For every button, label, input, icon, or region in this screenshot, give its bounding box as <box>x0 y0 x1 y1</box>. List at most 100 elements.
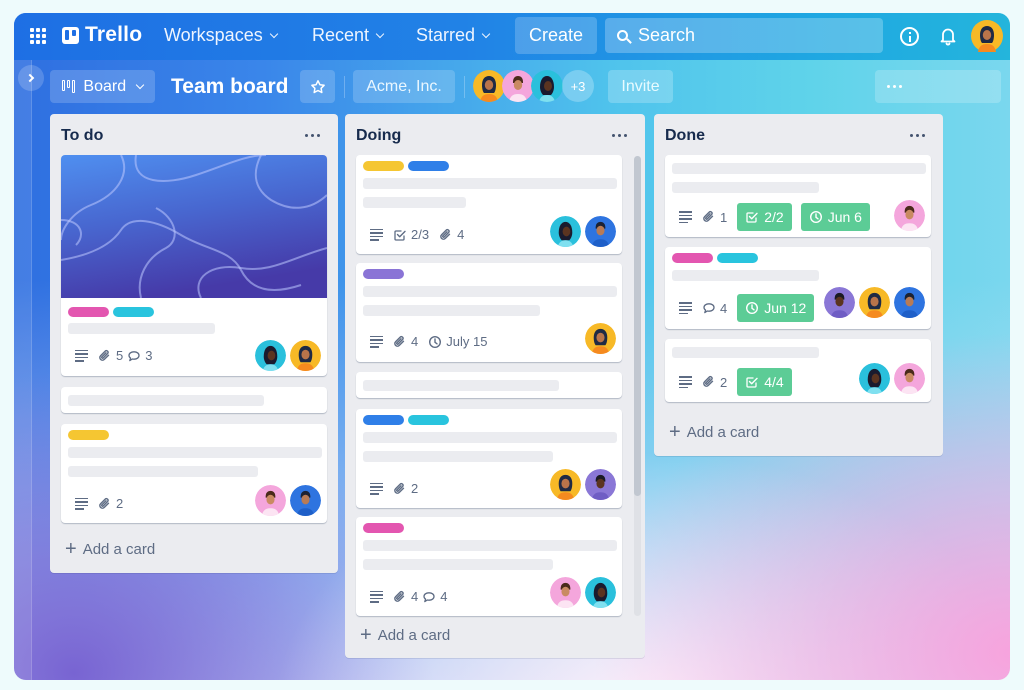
account-avatar[interactable] <box>971 20 1003 52</box>
starred-menu[interactable]: Starred <box>416 25 491 46</box>
add-card-button[interactable]: + Add a card <box>65 539 155 559</box>
member-avatar[interactable] <box>550 216 581 247</box>
more-icon <box>305 134 320 137</box>
card-badges: 4 July 15 <box>370 334 487 349</box>
list-title[interactable]: Done <box>665 127 705 145</box>
create-button[interactable]: Create <box>515 17 597 54</box>
label-pink <box>363 523 404 533</box>
checklist-count: 4/4 <box>764 374 784 390</box>
chevron-right-icon <box>25 73 34 83</box>
member-avatar[interactable] <box>502 70 534 102</box>
card[interactable]: 4 Jun 12 <box>665 247 931 329</box>
workspaces-menu[interactable]: Workspaces <box>164 25 278 46</box>
add-card-button[interactable]: + Add a card <box>360 625 450 645</box>
member-avatar[interactable] <box>585 469 616 500</box>
comments-badge: 4 <box>702 301 727 316</box>
member-avatar[interactable] <box>531 70 563 102</box>
attachments-count: 4 <box>457 227 465 242</box>
list-menu-button[interactable] <box>305 134 320 137</box>
view-switcher-button[interactable]: Board <box>50 70 155 103</box>
card[interactable]: 2 <box>356 409 622 508</box>
workspace-button[interactable]: Acme, Inc. <box>353 70 455 103</box>
scrollbar-thumb[interactable] <box>634 156 641 496</box>
card-title-placeholder <box>363 559 553 570</box>
chevron-down-icon <box>481 29 491 38</box>
member-avatar[interactable] <box>550 577 581 608</box>
member-avatar[interactable] <box>255 485 286 516</box>
star-board-button[interactable] <box>300 70 335 103</box>
card-cover-image <box>61 155 327 298</box>
card[interactable]: 4 July 15 <box>356 263 622 362</box>
description-icon <box>370 228 383 241</box>
card-badges: 2 4/4 <box>679 368 792 396</box>
card[interactable]: 4 4 <box>356 517 622 616</box>
list-menu-button[interactable] <box>910 134 925 137</box>
comments-badge: 3 <box>127 348 152 363</box>
member-avatar[interactable] <box>585 216 616 247</box>
label-cyan <box>408 415 449 425</box>
card[interactable]: 1 2/2 Jun 6 <box>665 155 931 237</box>
card-title-placeholder <box>363 178 617 189</box>
invite-button[interactable]: Invite <box>608 70 673 103</box>
checklist-count: 2/2 <box>764 209 784 225</box>
due-date: Jun 12 <box>764 300 807 316</box>
collapsed-sidebar <box>14 60 32 680</box>
card[interactable] <box>61 387 327 413</box>
member-avatar[interactable] <box>290 340 321 371</box>
member-avatar[interactable] <box>550 469 581 500</box>
attachments-badge: 4 <box>393 334 418 349</box>
member-avatar[interactable] <box>894 287 925 318</box>
comments-count: 4 <box>440 589 448 604</box>
add-card-label: Add a card <box>686 423 760 441</box>
card[interactable]: 5 3 <box>61 155 327 376</box>
member-avatar[interactable] <box>585 577 616 608</box>
card-title-placeholder <box>363 286 617 297</box>
label-blue <box>363 415 404 425</box>
board-title[interactable]: Team board <box>171 75 288 99</box>
member-avatar[interactable] <box>255 340 286 371</box>
add-card-button[interactable]: + Add a card <box>669 422 759 442</box>
attachment-icon <box>98 349 112 363</box>
search-icon <box>617 30 628 41</box>
attachment-icon <box>393 482 407 496</box>
list-menu-button[interactable] <box>612 134 627 137</box>
trello-logo[interactable]: Trello <box>62 23 142 47</box>
member-avatar[interactable] <box>859 287 890 318</box>
list-title[interactable]: Doing <box>356 127 401 145</box>
member-avatar[interactable] <box>894 200 925 231</box>
card-members <box>255 340 321 371</box>
card-title-placeholder <box>68 323 215 334</box>
app-switcher-icon[interactable] <box>30 28 46 44</box>
member-avatar[interactable] <box>585 323 616 354</box>
chevron-down-icon <box>269 29 278 38</box>
checklist-icon <box>745 210 759 224</box>
due-date: Jun 6 <box>827 209 862 225</box>
member-avatar[interactable] <box>473 70 505 102</box>
board-menu-button[interactable] <box>875 70 1001 103</box>
expand-sidebar-button[interactable] <box>18 65 44 91</box>
due-date: July 15 <box>446 334 488 349</box>
info-icon[interactable] <box>900 27 919 46</box>
attachment-icon <box>702 375 716 389</box>
member-avatar[interactable] <box>824 287 855 318</box>
search-input[interactable]: Search <box>605 18 883 53</box>
member-avatar[interactable] <box>894 363 925 394</box>
card[interactable]: 2 4/4 <box>665 339 931 402</box>
attachment-icon <box>439 228 453 242</box>
attachment-icon <box>702 210 716 224</box>
card[interactable]: 2/3 4 <box>356 155 622 254</box>
card[interactable]: 2 <box>61 424 327 523</box>
card[interactable] <box>356 372 622 398</box>
plus-icon: + <box>65 538 77 560</box>
notifications-bell-icon[interactable] <box>940 26 956 46</box>
list-title[interactable]: To do <box>61 127 103 145</box>
more-members-count[interactable]: +3 <box>562 70 594 102</box>
member-avatar[interactable] <box>290 485 321 516</box>
recent-menu[interactable]: Recent <box>312 25 385 46</box>
attachment-icon <box>98 497 112 511</box>
plus-icon: + <box>360 624 372 646</box>
label-pink <box>672 253 713 263</box>
header-divider <box>464 76 465 98</box>
attachments-badge: 2 <box>393 481 418 496</box>
member-avatar[interactable] <box>859 363 890 394</box>
